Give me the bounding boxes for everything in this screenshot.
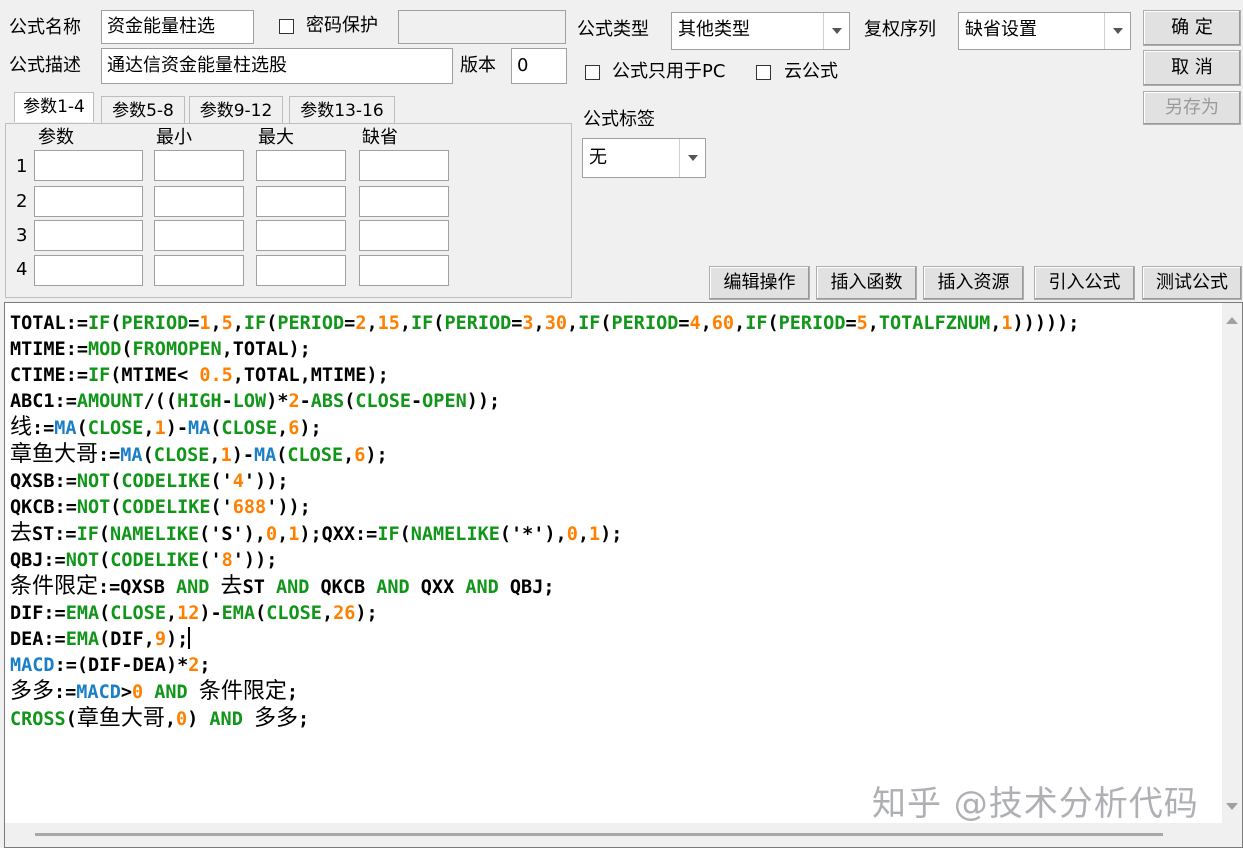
scroll-up-arrow-icon[interactable] <box>1226 317 1238 324</box>
horizontal-scrollbar[interactable] <box>5 823 1242 847</box>
save-as-button[interactable]: 另存为 <box>1143 91 1241 125</box>
formula-type-value: 其他类型 <box>678 19 750 40</box>
param-header-max: 最大 <box>258 127 294 148</box>
formula-type-label: 公式类型 <box>577 19 649 40</box>
pc-only-label: 公式只用于PC <box>612 61 726 82</box>
insert-resource-button[interactable]: 插入资源 <box>923 266 1024 300</box>
cloud-checkbox[interactable] <box>756 65 771 80</box>
tag-label: 公式标签 <box>583 109 655 130</box>
chevron-down-icon[interactable] <box>1104 13 1130 49</box>
cancel-button[interactable]: 取 消 <box>1143 50 1241 86</box>
pc-only-checkbox[interactable] <box>585 65 600 80</box>
test-formula-button[interactable]: 测试公式 <box>1142 266 1242 300</box>
tab-params-1-4[interactable]: 参数1-4 <box>14 92 94 122</box>
edit-ops-button[interactable]: 编辑操作 <box>709 266 810 300</box>
insert-function-button[interactable]: 插入函数 <box>816 266 917 300</box>
formula-name-input[interactable]: 资金能量柱选 <box>101 10 254 44</box>
param-4-min-input[interactable] <box>154 255 244 286</box>
param-4-max-input[interactable] <box>256 255 346 286</box>
code-text[interactable]: TOTAL:=IF(PERIOD=1,5,IF(PERIOD=2,15,IF(P… <box>10 311 1079 733</box>
param-header-default: 缺省 <box>362 127 398 148</box>
rights-select[interactable]: 缺省设置 <box>958 12 1131 50</box>
param-row-number: 3 <box>16 225 28 246</box>
param-4-name-input[interactable] <box>34 255 143 286</box>
param-2-min-input[interactable] <box>154 186 244 217</box>
code-editor[interactable]: TOTAL:=IF(PERIOD=1,5,IF(PERIOD=2,15,IF(P… <box>4 302 1243 848</box>
scroll-down-arrow-icon[interactable] <box>1226 803 1238 810</box>
param-2-default-input[interactable] <box>359 186 449 217</box>
rights-value: 缺省设置 <box>965 19 1037 40</box>
chevron-down-icon[interactable] <box>679 139 705 177</box>
password-input[interactable] <box>398 10 566 44</box>
param-2-name-input[interactable] <box>34 186 143 217</box>
version-label: 版本 <box>460 55 496 76</box>
param-1-default-input[interactable] <box>359 150 449 181</box>
ok-button[interactable]: 确 定 <box>1143 10 1241 46</box>
import-formula-button[interactable]: 引入公式 <box>1034 266 1135 300</box>
version-input[interactable]: 0 <box>511 48 567 84</box>
formula-name-label: 公式名称 <box>9 17 81 38</box>
tab-params-9-12[interactable]: 参数9-12 <box>189 96 283 124</box>
cloud-label: 云公式 <box>784 61 838 82</box>
param-3-name-input[interactable] <box>34 220 143 251</box>
param-header-name: 参数 <box>38 127 74 148</box>
param-row-number: 2 <box>16 191 28 212</box>
vertical-scrollbar[interactable] <box>1222 303 1242 823</box>
param-1-min-input[interactable] <box>154 150 244 181</box>
formula-desc-label: 公式描述 <box>9 55 81 76</box>
param-1-max-input[interactable] <box>256 150 346 181</box>
text-cursor <box>188 627 191 649</box>
param-3-max-input[interactable] <box>256 220 346 251</box>
password-label: 密码保护 <box>306 15 378 36</box>
param-2-max-input[interactable] <box>256 186 346 217</box>
formula-type-select[interactable]: 其他类型 <box>671 12 850 50</box>
tab-params-13-16[interactable]: 参数13-16 <box>289 96 395 124</box>
formula-desc-input[interactable]: 通达信资金能量柱选股 <box>101 48 453 84</box>
param-3-default-input[interactable] <box>359 220 449 251</box>
watermark-text: 知乎 @技术分析代码 <box>872 784 1199 824</box>
param-row-number: 4 <box>16 259 28 280</box>
rights-label: 复权序列 <box>864 19 936 40</box>
param-row-number: 1 <box>16 156 28 177</box>
param-4-default-input[interactable] <box>359 255 449 286</box>
param-1-name-input[interactable] <box>34 150 143 181</box>
param-3-min-input[interactable] <box>154 220 244 251</box>
chevron-down-icon[interactable] <box>823 13 849 49</box>
horizontal-scroll-thumb[interactable] <box>35 833 1163 836</box>
param-header-min: 最小 <box>156 127 192 148</box>
tag-select[interactable]: 无 <box>582 138 706 178</box>
password-checkbox[interactable] <box>279 19 294 34</box>
tag-value: 无 <box>589 147 607 168</box>
tab-params-5-8[interactable]: 参数5-8 <box>101 96 185 124</box>
